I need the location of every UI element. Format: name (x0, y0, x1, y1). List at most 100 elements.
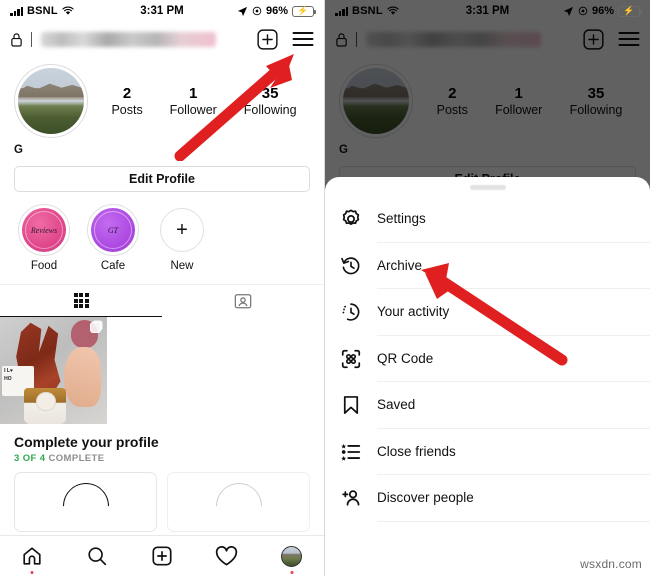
highlight-food[interactable]: Reviews Food (18, 204, 70, 272)
bookmark-icon (339, 393, 363, 417)
menu-item-label: Your activity (377, 289, 650, 336)
stat-following[interactable]: 35 Following (244, 85, 297, 118)
post-thumbnail[interactable]: I L♥ HO (0, 317, 107, 424)
following-count: 35 (261, 84, 279, 102)
heart-icon (216, 545, 238, 565)
status-bar: BSNL 3:31 PM 96% ⚡ (0, 0, 324, 22)
plus-icon: + (176, 218, 188, 241)
activity-clock-icon (339, 300, 363, 324)
posts-count: 2 (122, 84, 132, 102)
menu-item-label: Archive (377, 243, 650, 289)
drag-handle[interactable] (469, 185, 506, 190)
post-placeholder (108, 317, 216, 424)
avatar-icon (281, 545, 303, 567)
stat-followers[interactable]: 1 Follower (170, 85, 217, 118)
complete-profile-title: Complete your profile (14, 434, 159, 450)
highlight-label: Cafe (100, 260, 126, 272)
post-placeholder (217, 317, 324, 424)
menu-item-qr-code[interactable]: QR Code (325, 336, 650, 382)
watermark: wsxdn.com (580, 557, 642, 571)
home-badge-dot (30, 571, 34, 574)
gear-icon (339, 207, 363, 231)
highlight-label: New (170, 260, 194, 272)
edit-profile-button[interactable]: Edit Profile (14, 166, 310, 192)
followers-label: Follower (169, 103, 217, 118)
stat-posts[interactable]: 2 Posts (111, 85, 142, 118)
menu-item-settings[interactable]: Settings (325, 196, 650, 243)
highlight-cafe[interactable]: GT Cafe (87, 204, 139, 272)
story-highlights: Reviews Food GT Cafe + New (0, 192, 324, 272)
complete-profile-progress: 3 OF 4 COMPLETE (14, 453, 310, 464)
profile-display-name: G (14, 144, 23, 156)
status-bar-right: 96% ⚡ (237, 5, 316, 17)
qr-code-icon (339, 347, 363, 371)
menu-item-your-activity[interactable]: Your activity (325, 289, 650, 336)
tagged-person-icon (234, 294, 252, 309)
menu-item-archive[interactable]: Archive (325, 243, 650, 289)
posts-label: Posts (111, 103, 143, 118)
text-cursor (31, 31, 32, 47)
complete-profile-cards (14, 472, 310, 539)
following-label: Following (243, 103, 297, 118)
multi-post-icon (90, 322, 101, 333)
battery-percent-label: 96% (265, 5, 288, 17)
menu-item-label: Settings (377, 196, 650, 243)
complete-profile-section: Complete your profile 3 OF 4 COMPLETE (0, 424, 324, 539)
menu-item-saved[interactable]: Saved (325, 382, 650, 429)
bottom-navigation (0, 535, 324, 576)
alarm-icon (252, 6, 262, 16)
highlight-new[interactable]: + New (156, 204, 208, 272)
status-bar-right: 96% ⚡ (563, 5, 642, 17)
location-arrow-icon (563, 6, 574, 16)
battery-charging-icon: ⚡ (618, 5, 642, 17)
highlight-cover-text: Reviews (30, 225, 58, 235)
profile-avatar[interactable] (14, 64, 88, 138)
home-icon (23, 547, 42, 565)
highlight-label: Food (30, 260, 58, 272)
header-icons (257, 28, 314, 50)
highlight-cover-text: GT (107, 225, 119, 235)
menu-item-label: QR Code (377, 336, 650, 382)
menu-list: Settings Archive Your activity QR Code S… (325, 190, 650, 522)
menu-item-label: Saved (377, 382, 650, 429)
grid-tab[interactable] (0, 285, 162, 317)
right-screen-menu: BSNL 3:31 PM 96% ⚡ (325, 0, 650, 576)
menu-item-discover-people[interactable]: Discover people (325, 475, 650, 522)
home-tab[interactable] (10, 541, 54, 574)
add-person-icon (339, 486, 363, 510)
activity-tab[interactable] (205, 541, 249, 571)
username-field[interactable] (41, 31, 216, 47)
add-post-icon[interactable] (257, 28, 278, 50)
menu-item-close-friends[interactable]: Close friends (325, 429, 650, 475)
search-tab[interactable] (75, 541, 119, 571)
app-header (0, 22, 324, 56)
profile-tab[interactable] (270, 541, 314, 574)
search-icon (88, 547, 107, 566)
screenshot-root: BSNL 3:31 PM 96% ⚡ 2 Posts 1 Follower 35… (0, 0, 650, 576)
followers-count: 1 (189, 84, 198, 102)
tagged-tab[interactable] (162, 285, 324, 317)
location-arrow-icon (237, 6, 248, 16)
grid-icon (73, 293, 89, 308)
menu-bottom-sheet: Settings Archive Your activity QR Code S… (325, 177, 650, 576)
post-grid: I L♥ HO (0, 317, 324, 424)
progress-count: 3 OF 4 (14, 453, 46, 464)
add-box-icon (152, 546, 172, 566)
menu-item-label: Discover people (377, 475, 650, 522)
hamburger-menu-icon[interactable] (292, 31, 314, 47)
create-tab[interactable] (140, 541, 184, 571)
battery-percent-label: 96% (591, 5, 614, 17)
menu-item-label: Close friends (377, 429, 650, 475)
battery-charging-icon: ⚡ (292, 5, 316, 17)
left-screen-profile: BSNL 3:31 PM 96% ⚡ 2 Posts 1 Follower 35… (0, 0, 325, 576)
alarm-icon (578, 6, 588, 16)
progress-word: COMPLETE (48, 453, 105, 464)
profile-summary: 2 Posts 1 Follower 35 Following (0, 56, 324, 138)
close-friends-list-icon (339, 440, 363, 464)
profile-stats: 2 Posts 1 Follower 35 Following (88, 85, 310, 118)
profile-badge-dot (290, 571, 294, 574)
archive-clock-icon (339, 254, 363, 278)
lock-icon (11, 32, 22, 47)
complete-card[interactable] (167, 472, 310, 539)
complete-card[interactable] (14, 472, 157, 539)
